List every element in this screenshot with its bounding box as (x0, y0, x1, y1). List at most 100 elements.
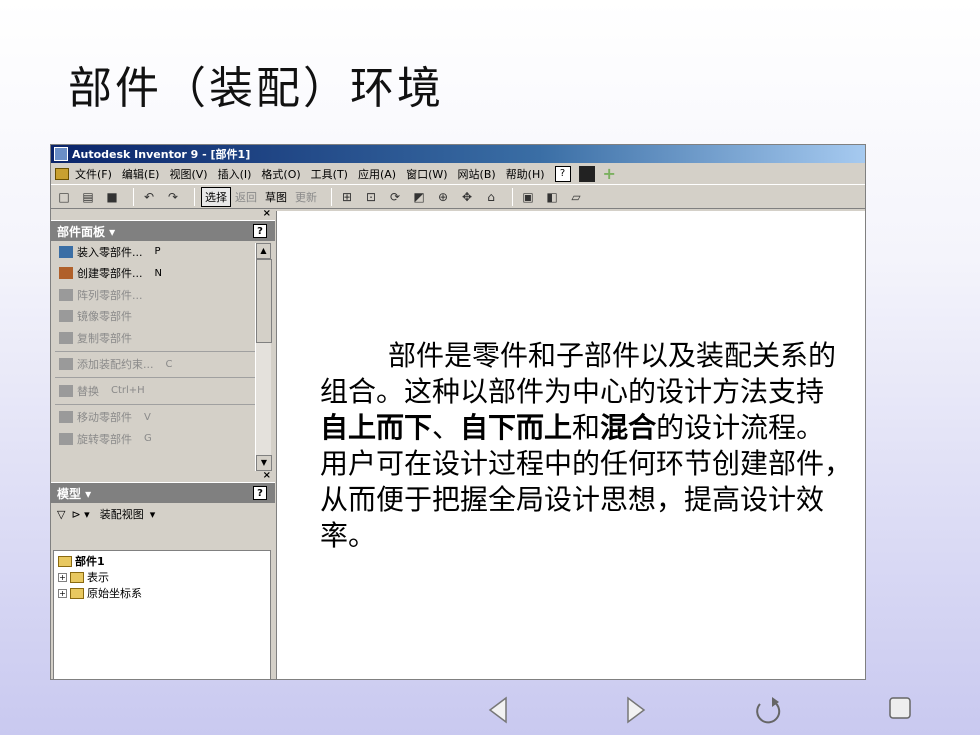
body-line-5: 从而便于把握全局设计思想，提高设计效 (320, 483, 825, 516)
rotate-component-item[interactable]: 旋转零部件 G (51, 428, 275, 450)
assembly-view-dropdown[interactable]: 装配视图 (100, 506, 144, 522)
new-icon[interactable]: □ (55, 189, 73, 205)
plus-icon[interactable]: + (603, 164, 616, 183)
calculator-icon[interactable] (578, 165, 595, 182)
look-at-icon[interactable]: ◩ (410, 189, 428, 205)
panel-grip[interactable]: × (51, 208, 275, 221)
item-shortcut: Ctrl+H (111, 385, 145, 397)
standard-toolbar: □ ▤ ■ ↶ ↷ 选择 返回 草图 更新 ⊞ ⊡ ⟳ ◩ ⊕ ✥ ⌂ ▣ ◧ … (51, 185, 865, 209)
body-line-3-and: 和 (572, 411, 601, 444)
place-component-icon (59, 245, 73, 258)
undo-icon[interactable]: ↶ (140, 189, 158, 205)
rotate-icon[interactable]: ⟳ (386, 189, 404, 205)
panel-grip[interactable]: × (51, 470, 275, 483)
expand-icon[interactable]: + (58, 588, 67, 598)
place-component-item[interactable]: 装入零部件... P (51, 241, 275, 263)
slide-body-text: 部件是零件和子部件以及装配关系的 组合。这种以部件为中心的设计方法支持 自上而下… (320, 338, 940, 554)
menu-web[interactable]: 网站(B) (458, 166, 496, 182)
move-component-item[interactable]: 移动零部件 V (51, 407, 275, 429)
return-button[interactable]: 返回 (235, 189, 257, 205)
tree-root[interactable]: 部件1 (58, 553, 266, 569)
menu-apps[interactable]: 应用(A) (358, 166, 396, 182)
menu-insert[interactable]: 插入(I) (218, 166, 252, 182)
tree-label: 表示 (87, 571, 109, 584)
close-icon[interactable]: × (263, 470, 271, 481)
mirror-icon (59, 310, 73, 323)
chevron-down-icon[interactable]: ▾ (150, 508, 156, 521)
shading-icon[interactable]: ◧ (543, 189, 561, 205)
tree-node-origin[interactable]: + 原始坐标系 (58, 585, 266, 601)
item-label: 阵列零部件... (77, 288, 143, 302)
divider (55, 377, 271, 378)
home-view-icon[interactable]: ⌂ (482, 189, 500, 205)
body-strong-bottom-up: 自下而上 (460, 411, 573, 444)
item-label: 装入零部件... (77, 245, 143, 259)
item-shortcut: G (144, 433, 152, 445)
menu-tools[interactable]: 工具(T) (311, 166, 348, 182)
model-panel-title[interactable]: 模型 ▾ (57, 485, 91, 502)
scroll-thumb[interactable] (256, 259, 272, 343)
copy-icon (59, 331, 73, 344)
return-button[interactable] (752, 696, 786, 726)
sketch-button[interactable]: 草图 (265, 189, 287, 205)
toolbar-separator (512, 187, 513, 206)
display-mode-icon[interactable]: ▣ (519, 189, 537, 205)
save-icon[interactable]: ■ (103, 189, 121, 205)
divider (55, 350, 271, 352)
pattern-component-item[interactable]: 阵列零部件... (51, 284, 275, 306)
ground-shadow-icon[interactable]: ▱ (567, 189, 585, 205)
model-toolbar: ▽ ⊳ ▾ 装配视图 ▾ (51, 503, 275, 525)
end-show-button[interactable] (888, 696, 912, 720)
square-stop-icon (889, 697, 911, 719)
close-icon[interactable]: × (263, 208, 271, 219)
pan-icon[interactable]: ✥ (458, 189, 476, 205)
scroll-up-icon[interactable]: ▲ (256, 243, 271, 259)
menu-file[interactable]: 文件(F) (75, 166, 112, 182)
assembly-icon (55, 167, 69, 180)
menu-edit[interactable]: 编辑(E) (122, 166, 160, 182)
item-label: 创建零部件... (77, 267, 143, 281)
scroll-down-icon[interactable]: ▼ (256, 455, 272, 471)
menu-help[interactable]: 帮助(H) (506, 166, 545, 182)
parts-panel-title[interactable]: 部件面板 ▾ (57, 223, 115, 240)
help-icon[interactable]: ? (253, 224, 267, 238)
add-constraint-item[interactable]: 添加装配约束... C (51, 354, 275, 376)
triangle-right-icon (627, 696, 646, 724)
body-line-4: 用户可在设计过程中的任何环节创建部件， (320, 447, 853, 480)
create-component-icon (59, 267, 73, 280)
item-shortcut: N (154, 267, 162, 279)
create-component-item[interactable]: 创建零部件... N (51, 263, 275, 285)
select-button[interactable]: 选择 (201, 186, 231, 207)
find-icon[interactable]: ⊳ ▾ (71, 508, 89, 521)
filter-icon[interactable]: ▽ (57, 508, 65, 521)
divider (55, 403, 271, 405)
panel-scrollbar[interactable]: ▲ ▼ (255, 243, 272, 471)
item-label: 镜像零部件 (77, 310, 132, 324)
help-icon[interactable]: ? (554, 165, 571, 182)
toolbar-separator (194, 187, 195, 206)
menu-window[interactable]: 窗口(W) (406, 166, 447, 182)
menu-format[interactable]: 格式(O) (261, 166, 300, 182)
zoom-window-icon[interactable]: ⊡ (362, 189, 380, 205)
next-slide-button[interactable] (626, 696, 646, 724)
zoom-all-icon[interactable]: ⊞ (338, 189, 356, 205)
prev-slide-button[interactable] (488, 696, 508, 724)
menu-view[interactable]: 视图(V) (169, 166, 207, 182)
item-label: 替换 (77, 384, 99, 398)
redo-icon[interactable]: ↷ (164, 189, 182, 205)
slide-title: 部件（装配）环境 (68, 63, 444, 114)
model-panel-header[interactable]: 模型 ▾ ? (51, 483, 275, 503)
expand-icon[interactable]: + (58, 572, 67, 582)
update-button[interactable]: 更新 (295, 189, 317, 205)
mirror-component-item[interactable]: 镜像零部件 (51, 306, 275, 328)
open-icon[interactable]: ▤ (79, 189, 97, 205)
help-icon[interactable]: ? (253, 486, 267, 500)
parts-panel-header[interactable]: 部件面板 ▾ ? (51, 221, 275, 241)
zoom-icon[interactable]: ⊕ (434, 189, 452, 205)
replace-icon (59, 384, 73, 397)
tree-node-representations[interactable]: + 表示 (58, 569, 266, 585)
replace-item[interactable]: 替换 Ctrl+H (51, 380, 275, 402)
tree-label: 部件1 (75, 555, 105, 568)
copy-component-item[interactable]: 复制零部件 (51, 327, 275, 349)
move-icon (59, 411, 73, 424)
